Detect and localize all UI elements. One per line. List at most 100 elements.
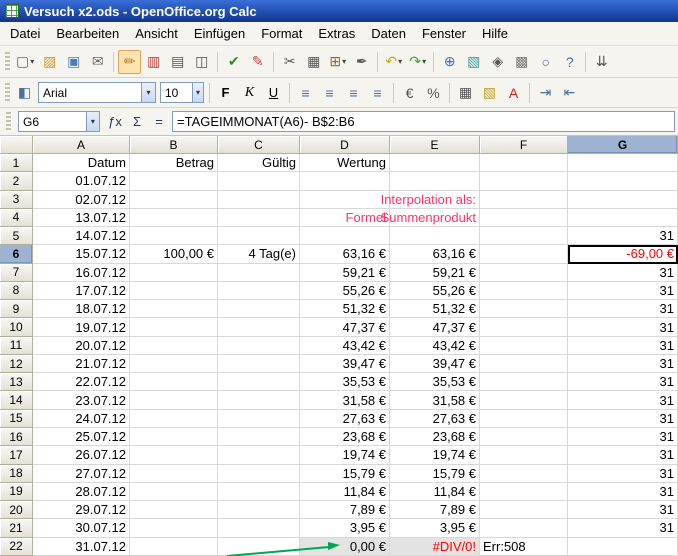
cell-D4[interactable]: Formel xyxy=(300,209,390,227)
new-document-icon[interactable]: ▢▾ xyxy=(13,50,37,74)
cell-D11[interactable]: 43,42 € xyxy=(300,337,390,355)
cell-G1[interactable] xyxy=(568,154,678,172)
cell-C8[interactable] xyxy=(218,282,300,300)
cell-D13[interactable]: 35,53 € xyxy=(300,373,390,391)
cell-A15[interactable]: 24.07.12 xyxy=(33,410,130,428)
cell-A20[interactable]: 29.07.12 xyxy=(33,501,130,519)
cell-B22[interactable] xyxy=(130,538,218,556)
cell-B17[interactable] xyxy=(130,446,218,464)
cell-B15[interactable] xyxy=(130,410,218,428)
cell-F4[interactable] xyxy=(480,209,568,227)
cell-B19[interactable] xyxy=(130,483,218,501)
cell-E14[interactable]: 31,58 € xyxy=(390,391,480,409)
export-pdf-icon[interactable]: ▥ xyxy=(142,50,165,74)
cell-C22[interactable] xyxy=(218,538,300,556)
row-header-17[interactable]: 17 xyxy=(0,446,33,464)
cell-F6[interactable] xyxy=(480,245,568,263)
paste-icon[interactable]: ⊞▾ xyxy=(326,50,349,74)
cell-E12[interactable]: 39,47 € xyxy=(390,355,480,373)
underline-button[interactable]: U xyxy=(262,81,285,105)
cell-D9[interactable]: 51,32 € xyxy=(300,300,390,318)
cell-E3[interactable]: Interpolation als: xyxy=(390,191,480,209)
menu-item-einfügen[interactable]: Einfügen xyxy=(186,23,253,44)
cell-E19[interactable]: 11,84 € xyxy=(390,483,480,501)
row-header-20[interactable]: 20 xyxy=(0,501,33,519)
align-right-icon[interactable]: ≡ xyxy=(342,81,365,105)
cell-F3[interactable] xyxy=(480,191,568,209)
cell-G7[interactable]: 31 xyxy=(568,264,678,282)
cell-B13[interactable] xyxy=(130,373,218,391)
cell-G12[interactable]: 31 xyxy=(568,355,678,373)
name-box-dropdown-icon[interactable]: ▾ xyxy=(86,112,99,131)
cell-D5[interactable] xyxy=(300,227,390,245)
cell-A10[interactable]: 19.07.12 xyxy=(33,318,130,336)
cell-A4[interactable]: 13.07.12 xyxy=(33,209,130,227)
row-header-6[interactable]: 6 xyxy=(0,245,33,263)
background-color-icon[interactable]: ▧ xyxy=(478,81,501,105)
cell-G15[interactable]: 31 xyxy=(568,410,678,428)
row-header-3[interactable]: 3 xyxy=(0,191,33,209)
menu-item-bearbeiten[interactable]: Bearbeiten xyxy=(48,23,127,44)
cell-G14[interactable]: 31 xyxy=(568,391,678,409)
cell-G6[interactable]: -69,00 € xyxy=(568,245,678,263)
cell-D16[interactable]: 23,68 € xyxy=(300,428,390,446)
cell-B2[interactable] xyxy=(130,172,218,190)
cell-A11[interactable]: 20.07.12 xyxy=(33,337,130,355)
cell-G21[interactable]: 31 xyxy=(568,519,678,537)
cell-B20[interactable] xyxy=(130,501,218,519)
cell-E15[interactable]: 27,63 € xyxy=(390,410,480,428)
name-box[interactable]: ▾ xyxy=(18,111,100,132)
cell-D20[interactable]: 7,89 € xyxy=(300,501,390,519)
cell-E20[interactable]: 7,89 € xyxy=(390,501,480,519)
select-all-corner[interactable] xyxy=(0,136,33,154)
cell-C18[interactable] xyxy=(218,465,300,483)
cell-F7[interactable] xyxy=(480,264,568,282)
align-justify-icon[interactable]: ≡ xyxy=(366,81,389,105)
row-header-11[interactable]: 11 xyxy=(0,337,33,355)
cell-A12[interactable]: 21.07.12 xyxy=(33,355,130,373)
row-header-13[interactable]: 13 xyxy=(0,373,33,391)
cell-C21[interactable] xyxy=(218,519,300,537)
help-icon[interactable]: ? xyxy=(558,50,581,74)
save-icon[interactable]: ▣ xyxy=(62,50,85,74)
cell-A13[interactable]: 22.07.12 xyxy=(33,373,130,391)
cell-B3[interactable] xyxy=(130,191,218,209)
cell-B14[interactable] xyxy=(130,391,218,409)
edit-mode-icon[interactable]: ✏ xyxy=(118,50,141,74)
cell-G16[interactable]: 31 xyxy=(568,428,678,446)
cell-E9[interactable]: 51,32 € xyxy=(390,300,480,318)
row-header-10[interactable]: 10 xyxy=(0,318,33,336)
cell-G8[interactable]: 31 xyxy=(568,282,678,300)
cell-E11[interactable]: 43,42 € xyxy=(390,337,480,355)
cell-D21[interactable]: 3,95 € xyxy=(300,519,390,537)
cell-F8[interactable] xyxy=(480,282,568,300)
cell-E16[interactable]: 23,68 € xyxy=(390,428,480,446)
cell-D6[interactable]: 63,16 € xyxy=(300,245,390,263)
cell-E10[interactable]: 47,37 € xyxy=(390,318,480,336)
cell-F11[interactable] xyxy=(480,337,568,355)
cell-C17[interactable] xyxy=(218,446,300,464)
cell-B10[interactable] xyxy=(130,318,218,336)
formula-input[interactable] xyxy=(172,111,675,132)
cell-F22[interactable]: Err:508 xyxy=(480,538,568,556)
cell-C20[interactable] xyxy=(218,501,300,519)
email-icon[interactable]: ✉ xyxy=(86,50,109,74)
cell-A3[interactable]: 02.07.12 xyxy=(33,191,130,209)
cell-A17[interactable]: 26.07.12 xyxy=(33,446,130,464)
row-header-22[interactable]: 22 xyxy=(0,538,33,556)
cell-C2[interactable] xyxy=(218,172,300,190)
font-size-input[interactable] xyxy=(161,83,192,102)
navigator-icon[interactable]: ◈ xyxy=(486,50,509,74)
cell-E7[interactable]: 59,21 € xyxy=(390,264,480,282)
cell-G9[interactable]: 31 xyxy=(568,300,678,318)
cell-C15[interactable] xyxy=(218,410,300,428)
cell-A16[interactable]: 25.07.12 xyxy=(33,428,130,446)
row-header-5[interactable]: 5 xyxy=(0,227,33,245)
cell-A9[interactable]: 18.07.12 xyxy=(33,300,130,318)
sort-ascending-icon[interactable]: ⇊ xyxy=(590,50,613,74)
cell-E6[interactable]: 63,16 € xyxy=(390,245,480,263)
cell-C7[interactable] xyxy=(218,264,300,282)
font-name-combo[interactable]: ▾ xyxy=(38,82,156,103)
cell-C19[interactable] xyxy=(218,483,300,501)
menu-item-ansicht[interactable]: Ansicht xyxy=(127,23,186,44)
